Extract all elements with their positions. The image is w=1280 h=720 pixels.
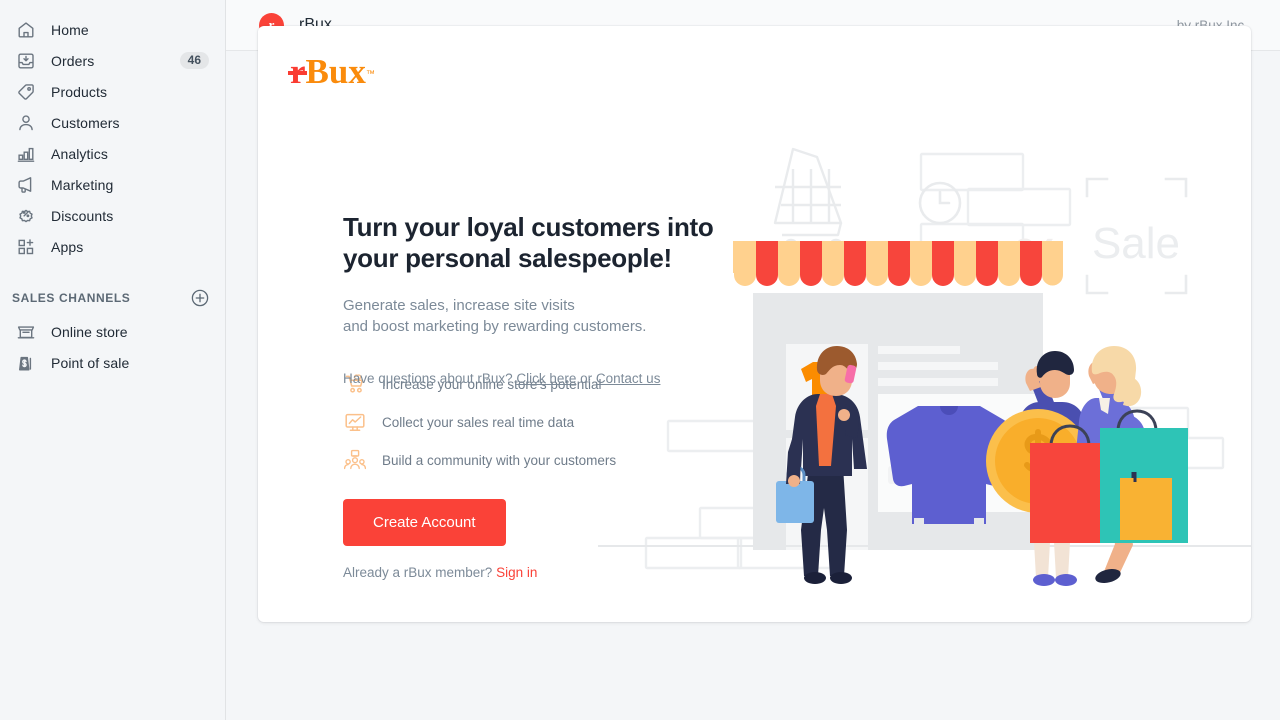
sidebar-item-label: Home — [51, 21, 89, 38]
sidebar-item-label: Orders — [51, 52, 95, 69]
hero-subhead: Generate sales, increase site visits and… — [343, 295, 723, 337]
apps-grid-plus-icon — [16, 237, 36, 257]
help-separator: or — [576, 371, 596, 386]
contact-us-link[interactable]: Contact us — [596, 371, 661, 386]
tag-icon — [16, 82, 36, 102]
sidebar-item-label: Discounts — [51, 207, 114, 224]
sidebar-item-label: Marketing — [51, 176, 114, 193]
sidebar-item-label: Point of sale — [51, 354, 130, 371]
create-account-button[interactable]: Create Account — [343, 499, 506, 546]
sidebar-item-online-store[interactable]: Online store — [8, 316, 217, 347]
sidebar-item-orders[interactable]: Orders 46 — [8, 45, 217, 76]
app-root: Home Orders 46 Products Customers Analyt… — [0, 0, 1280, 720]
help-prompt: Have questions about rBux? — [343, 371, 517, 386]
sidebar-item-products[interactable]: Products — [8, 76, 217, 107]
point-of-sale-icon — [16, 353, 36, 373]
page-title: Turn your loyal customers into your pers… — [343, 212, 723, 274]
plus-circle-icon[interactable] — [191, 289, 209, 307]
community-people-icon — [343, 449, 367, 471]
main-area: r rBux by rBux Inc. rBux™ Sale Turn your… — [226, 0, 1280, 720]
percent-badge-icon — [16, 206, 36, 226]
sidebar-item-label: Products — [51, 83, 108, 100]
orders-count-badge: 46 — [179, 52, 209, 69]
signin-prompt: Already a rBux member? — [343, 565, 497, 580]
click-here-link[interactable]: Click here — [516, 371, 576, 386]
sidebar-item-apps[interactable]: Apps — [8, 231, 217, 262]
headline-line-2: your personal salespeople! — [343, 243, 672, 273]
onboarding-card: rBux™ Sale Turn your loyal customers int… — [258, 26, 1251, 622]
rbux-logo-r: r — [288, 52, 307, 91]
sidebar-item-home[interactable]: Home — [8, 14, 217, 45]
help-row: Have questions about rBux? Click here or… — [343, 371, 660, 386]
subhead-line-1: Generate sales, increase site visits — [343, 297, 575, 314]
sidebar-item-marketing[interactable]: Marketing — [8, 169, 217, 200]
sales-channels-header: SALES CHANNELS — [12, 286, 209, 310]
sidebar-item-discounts[interactable]: Discounts — [8, 200, 217, 231]
sidebar-item-label: Customers — [51, 114, 120, 131]
rbux-wordmark: rBux™ — [288, 52, 375, 91]
sidebar-item-label: Online store — [51, 323, 128, 340]
sales-channels-title: SALES CHANNELS — [12, 291, 131, 305]
feature-item: Build a community with your customers — [343, 441, 723, 479]
sidebar-item-customers[interactable]: Customers — [8, 107, 217, 138]
trademark-icon: ™ — [365, 68, 375, 79]
orders-inbox-icon — [16, 51, 36, 71]
sidebar-item-label: Apps — [51, 238, 84, 255]
sign-in-link[interactable]: Sign in — [496, 565, 537, 580]
feature-item: Collect your sales real time data — [343, 403, 723, 441]
monitor-chart-icon — [343, 411, 367, 433]
megaphone-icon — [16, 175, 36, 195]
rbux-logo-bux: Bux — [305, 52, 366, 91]
sidebar: Home Orders 46 Products Customers Analyt… — [0, 0, 226, 720]
sidebar-item-label: Analytics — [51, 145, 108, 162]
subhead-line-2: and boost marketing by rewarding custome… — [343, 318, 647, 335]
hero-content: Turn your loyal customers into your pers… — [343, 212, 723, 580]
feature-label: Collect your sales real time data — [382, 414, 575, 430]
sidebar-item-point-of-sale[interactable]: Point of sale — [8, 347, 217, 378]
person-icon — [16, 113, 36, 133]
sale-label: Sale — [1092, 219, 1180, 268]
sidebar-item-analytics[interactable]: Analytics — [8, 138, 217, 169]
bar-chart-icon — [16, 144, 36, 164]
signin-row: Already a rBux member? Sign in — [343, 565, 723, 580]
home-icon — [16, 20, 36, 40]
headline-line-1: Turn your loyal customers into — [343, 212, 714, 242]
storefront-icon — [16, 322, 36, 342]
feature-label: Build a community with your customers — [382, 452, 617, 468]
